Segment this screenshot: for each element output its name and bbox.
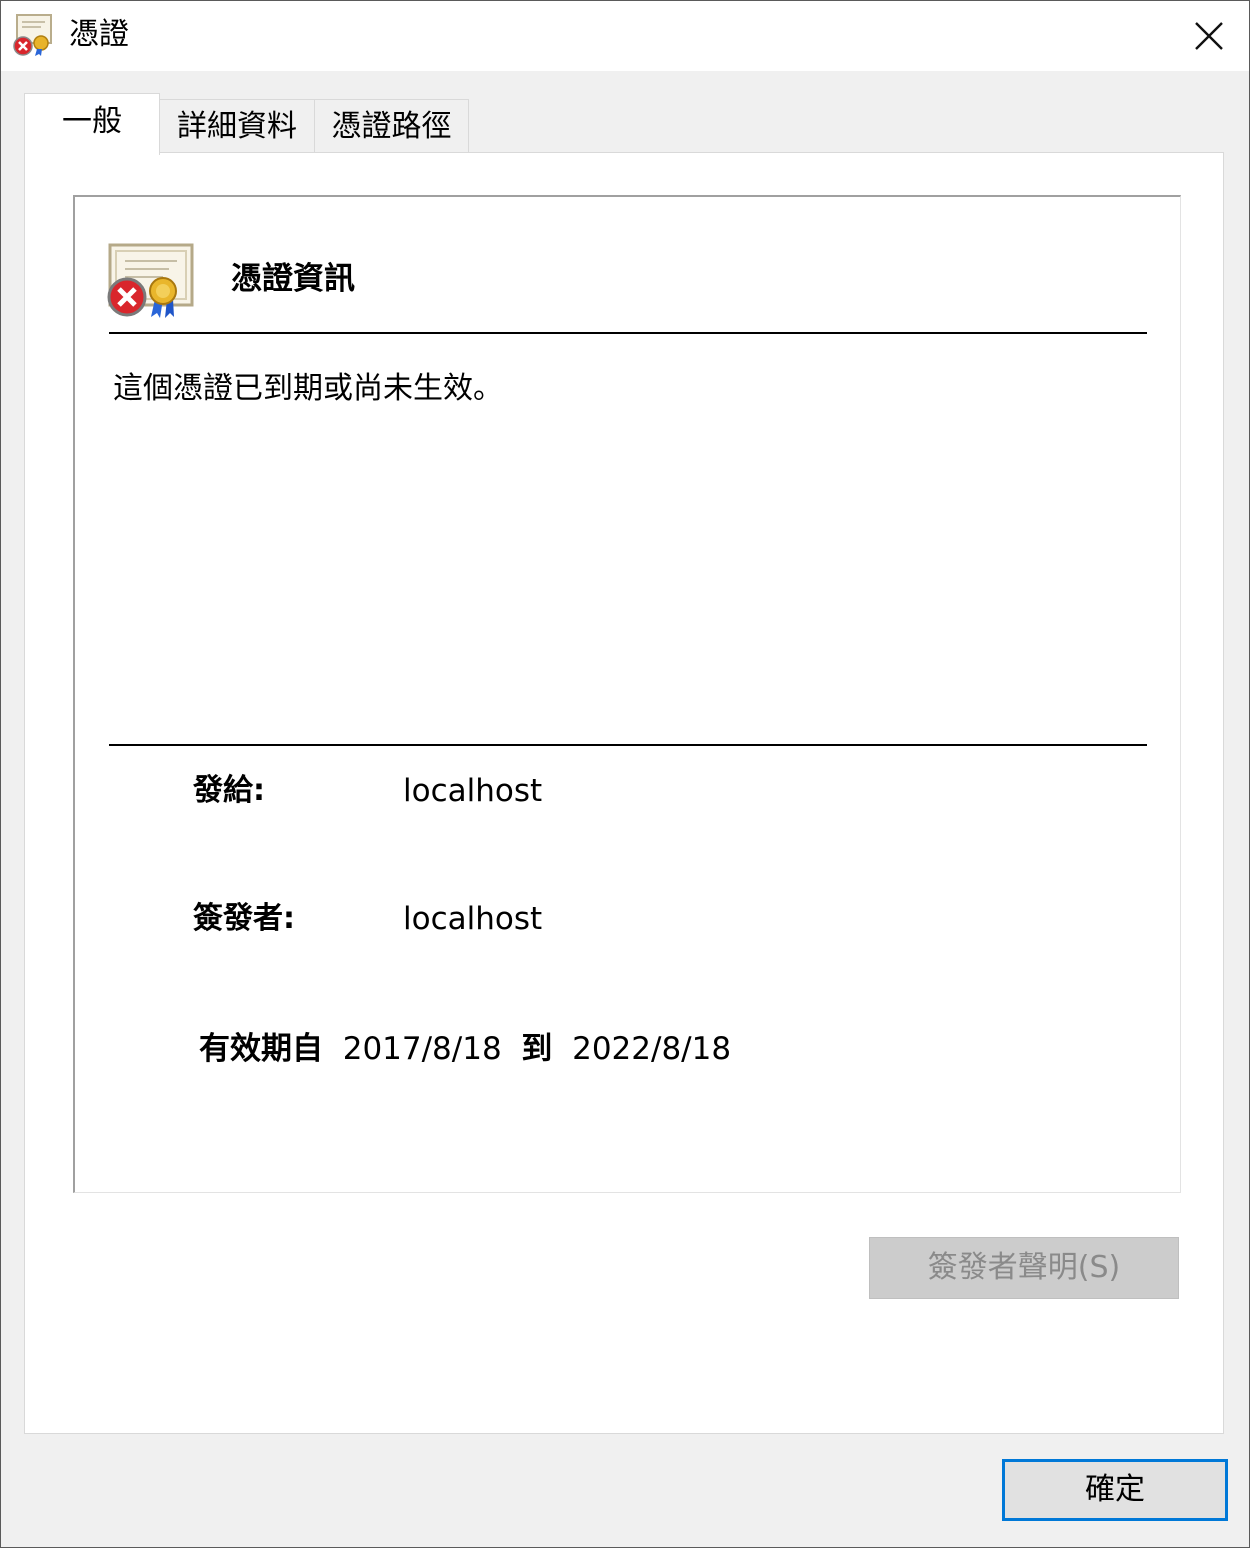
divider — [109, 744, 1147, 746]
issued-to-label: 發給: — [193, 773, 265, 808]
certificate-status-message: 這個憑證已到期或尚未生效。 — [113, 371, 503, 406]
issued-by-label: 簽發者: — [193, 901, 295, 936]
certificate-info-heading: 憑證資訊 — [231, 261, 355, 297]
issued-to-value: localhost — [403, 773, 543, 809]
certificate-error-icon — [107, 241, 197, 319]
window-title: 憑證 — [69, 17, 129, 52]
valid-from-date: 2017/8/18 — [342, 1031, 502, 1067]
title-bar: 憑證 — [1, 1, 1249, 71]
ok-button[interactable]: 確定 — [1002, 1459, 1228, 1521]
close-icon — [1195, 22, 1223, 50]
tab-general[interactable]: 一般 — [24, 93, 160, 155]
certificate-info-box: 憑證資訊 這個憑證已到期或尚未生效。 發給: localhost 簽發者: lo… — [73, 195, 1181, 1193]
issuer-statement-button[interactable]: 簽發者聲明(S) — [869, 1237, 1179, 1299]
valid-from-label: 有效期自 — [199, 1031, 323, 1067]
valid-to-date: 2022/8/18 — [572, 1031, 732, 1067]
valid-to-label: 到 — [521, 1031, 553, 1067]
validity-period: 有效期自 2017/8/18 到 2022/8/18 — [199, 1029, 731, 1069]
tab-panel-general: 憑證資訊 這個憑證已到期或尚未生效。 發給: localhost 簽發者: lo… — [24, 152, 1224, 1434]
issued-by-value: localhost — [403, 901, 543, 937]
certificate-error-icon — [11, 13, 55, 57]
certificate-dialog: 憑證 一般 詳細資料 憑證路徑 憑證資訊 這個憑證已到期或尚未生效。 發給: l… — [0, 0, 1250, 1548]
divider — [109, 332, 1147, 334]
tab-certification-path[interactable]: 憑證路徑 — [314, 99, 469, 153]
close-button[interactable] — [1169, 1, 1249, 71]
tab-details[interactable]: 詳細資料 — [159, 99, 315, 153]
